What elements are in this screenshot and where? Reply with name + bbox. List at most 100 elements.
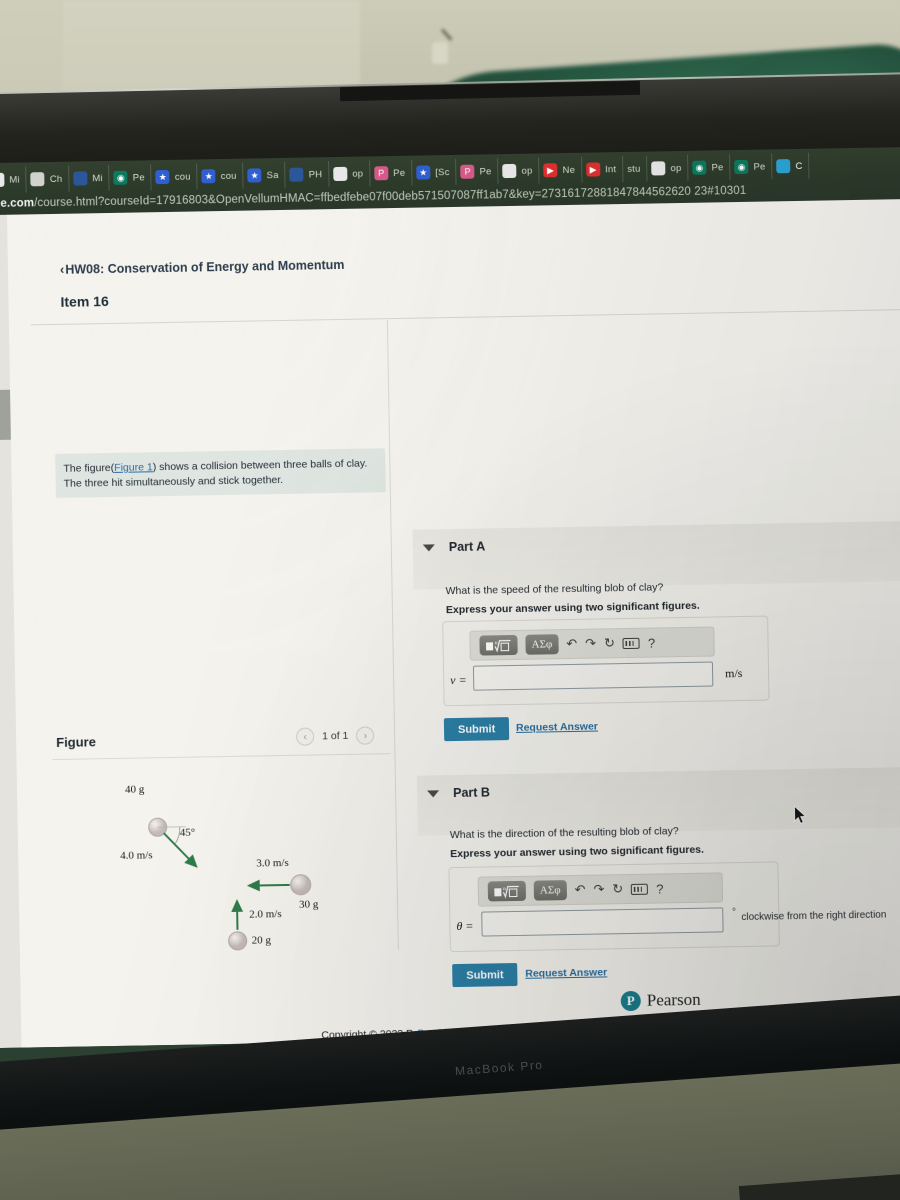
browser-tab[interactable]: P Pe	[369, 159, 413, 187]
figure-label-angle-45: 45°	[179, 826, 196, 839]
document-icon	[333, 166, 348, 182]
browser-tab[interactable]: ◉ Pe	[109, 164, 153, 191]
part-a-header[interactable]: Part A	[422, 539, 485, 554]
figure-pane-title: Figure	[56, 734, 97, 750]
browser-tab-label: Ne	[562, 164, 576, 176]
document-icon	[502, 163, 517, 179]
part-b-math-toolbar[interactable]: n ΑΣφ ↶ ↷ ↻ ?	[477, 872, 724, 907]
figure-label-mass-40g: 40 g	[124, 783, 145, 796]
part-a-band	[412, 520, 900, 590]
word-icon	[289, 167, 304, 182]
undo-arrow-icon[interactable]: ↶	[574, 882, 585, 898]
browser-tab-label: Pe	[479, 165, 492, 178]
pinterest-icon: P	[460, 164, 475, 179]
pearson-brand-name: Pearson	[646, 989, 701, 1010]
redo-arrow-icon[interactable]: ↷	[593, 881, 604, 897]
browser-tab-label: Pe	[393, 167, 406, 179]
part-b-unit: °	[732, 906, 736, 917]
browser-tab[interactable]: Mi	[0, 166, 28, 194]
browser-tab[interactable]: ◉ Pe	[730, 153, 773, 181]
part-a-math-toolbar[interactable]: n ΑΣφ ↶ ↷ ↻ ?	[469, 626, 715, 661]
figure-label-speed-40g: 4.0 m/s	[120, 849, 153, 862]
triangle-down-icon[interactable]	[427, 789, 440, 798]
math-template-button[interactable]: n	[479, 634, 518, 656]
browser-tab-label: op	[352, 168, 364, 180]
browser-tab-label: op	[670, 162, 682, 174]
browser-tab[interactable]: ▶ Ne	[539, 156, 583, 184]
word-icon	[73, 171, 88, 186]
part-a-request-answer-link[interactable]: Request Answer	[516, 721, 598, 734]
document-icon	[0, 172, 5, 188]
document-icon	[651, 161, 666, 176]
star-icon: ★	[247, 168, 262, 183]
browser-tab[interactable]: stu	[623, 155, 648, 183]
browser-tab[interactable]: ★ Sa	[243, 161, 286, 189]
help-question-icon[interactable]: ?	[656, 881, 663, 896]
browser-tab-label: [Sc	[435, 166, 450, 178]
part-a-submit-button[interactable]: Submit	[443, 717, 510, 742]
browser-tab-label: Pe	[753, 161, 766, 173]
greek-letters-button[interactable]: ΑΣφ	[525, 634, 559, 655]
reset-circle-icon[interactable]: ↻	[604, 635, 615, 651]
part-a-question: What is the speed of the resulting blob …	[445, 581, 664, 598]
browser-tab[interactable]: P Pe	[456, 158, 499, 185]
figure-label-speed-20g: 2.0 m/s	[249, 908, 282, 921]
triangle-down-icon[interactable]	[422, 543, 435, 552]
figure-diagram: 40 g 45° 4.0 m/s 3.0 m/s 30 g 2.0 m/s 20…	[120, 783, 380, 967]
url-domain: ege.com	[0, 197, 35, 211]
keyboard-icon[interactable]	[631, 883, 649, 895]
part-b-field-label: θ =	[456, 918, 474, 934]
greek-letters-button[interactable]: ΑΣφ	[533, 880, 567, 901]
part-b-request-answer-link[interactable]: Request Answer	[525, 966, 607, 979]
figure-navigation[interactable]: ‹ 1 of 1 ›	[295, 726, 375, 746]
figure-1-link[interactable]: Figure 1	[114, 461, 153, 474]
browser-tab[interactable]: PH	[285, 161, 330, 188]
figure-label-speed-30g: 3.0 m/s	[256, 856, 289, 870]
youtube-icon: ▶	[543, 163, 558, 178]
column-divider	[386, 320, 399, 951]
problem-text-before: The figure(	[63, 461, 115, 475]
browser-tab-label: stu	[627, 163, 641, 175]
part-b-instruction: Express your answer using two significan…	[450, 843, 705, 861]
keyboard-icon[interactable]	[622, 637, 641, 649]
youtube-icon: ▶	[585, 162, 601, 177]
browser-tab-label: Int	[604, 163, 617, 175]
browser-tab[interactable]: C	[772, 152, 810, 180]
browser-tab-label: Pe	[132, 171, 145, 184]
browser-tab-label: C	[795, 160, 803, 172]
figure-divider	[52, 753, 391, 761]
reset-circle-icon[interactable]: ↻	[612, 881, 623, 897]
undo-arrow-icon[interactable]: ↶	[566, 636, 577, 652]
back-chevron-icon[interactable]: ‹	[60, 262, 65, 277]
browser-tab[interactable]: ◉ Pe	[688, 154, 731, 181]
pearson-icon: ◉	[734, 159, 749, 175]
pearson-icon: ◉	[692, 160, 707, 175]
browser-tab[interactable]: op	[329, 160, 371, 188]
browser-tab[interactable]: Mi	[69, 164, 110, 192]
star-icon: ★	[155, 169, 170, 185]
part-b-submit-button[interactable]: Submit	[452, 962, 518, 988]
figure-label-mass-30g: 30 g	[298, 898, 319, 911]
pearson-logo: P Pearson	[620, 989, 701, 1012]
problem-statement-text: The figure(Figure 1) shows a collision b…	[63, 456, 383, 492]
help-question-icon[interactable]: ?	[648, 635, 655, 650]
browser-tab-label: Pe	[711, 161, 724, 173]
figure-prev-icon[interactable]: ‹	[295, 727, 315, 746]
browser-tab[interactable]: ★ cou	[197, 162, 244, 190]
browser-tab[interactable]: ★ [Sc	[412, 158, 457, 186]
figure-next-icon[interactable]: ›	[356, 726, 375, 745]
part-b-answer-input[interactable]	[481, 907, 724, 937]
browser-tab[interactable]: Ch	[26, 165, 70, 193]
browser-tab-label: cou	[174, 171, 191, 183]
redo-arrow-icon[interactable]: ↷	[585, 636, 596, 652]
browser-tab[interactable]: op	[647, 154, 689, 182]
browser-tab[interactable]: op	[498, 157, 540, 185]
browser-tab-label: op	[521, 165, 533, 177]
browser-tab[interactable]: ★ cou	[151, 163, 198, 191]
part-a-answer-input[interactable]	[472, 661, 714, 691]
laptop-screen: Mi Ch Mi ◉ Pe ★ cou ★ cou ★ Sa PH op P Pe ★ [Sc P Pe op ▶ Ne ▶…	[0, 146, 900, 1049]
math-template-button[interactable]: n	[487, 880, 527, 902]
part-b-header[interactable]: Part B	[427, 785, 490, 800]
breadcrumb[interactable]: ‹ HW08: Conservation of Energy and Momen…	[60, 257, 345, 277]
browser-tab[interactable]: ▶ Int	[581, 156, 624, 183]
